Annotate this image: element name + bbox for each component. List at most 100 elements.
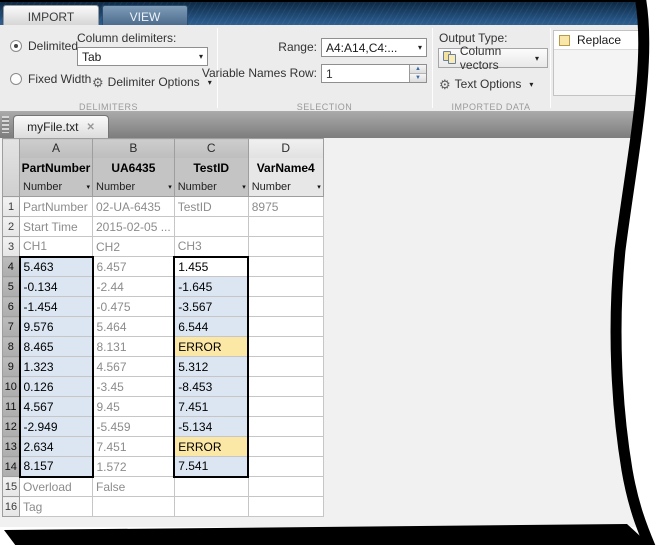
row-header-6[interactable]: 6: [2, 296, 20, 317]
grid-cell-B3[interactable]: CH2: [92, 236, 175, 257]
column-header-letter-C[interactable]: C: [173, 138, 249, 158]
grid-cell-A1[interactable]: PartNumber: [19, 196, 93, 217]
column-variable-name-C[interactable]: TestID: [173, 157, 249, 179]
grid-cell-B15[interactable]: False: [92, 476, 175, 497]
grid-cell-A4[interactable]: 5.463: [18, 255, 94, 277]
row-header-5[interactable]: 5: [2, 276, 20, 297]
row-header-11[interactable]: 11: [2, 396, 20, 417]
grid-cell-B2[interactable]: 2015-02-05 ...: [92, 216, 175, 237]
grid-cell-D9[interactable]: [247, 356, 324, 377]
spin-up-icon[interactable]: ▲: [410, 65, 426, 74]
row-header-15[interactable]: 15: [2, 476, 20, 497]
grid-cell-A7[interactable]: 9.576: [18, 316, 94, 337]
grid-cell-D12[interactable]: [247, 416, 324, 437]
column-variable-name-A[interactable]: PartNumber: [19, 157, 93, 179]
grid-cell-A2[interactable]: Start Time: [19, 216, 93, 237]
grid-cell-C10[interactable]: -8.453: [173, 376, 250, 397]
grid-cell-A6[interactable]: -1.454: [18, 296, 94, 317]
grid-cell-C7[interactable]: 6.544: [173, 316, 250, 337]
tab-import[interactable]: IMPORT: [3, 5, 99, 27]
grid-cell-A14[interactable]: 8.157: [18, 456, 94, 478]
grid-cell-D2[interactable]: [247, 216, 324, 237]
grid-cell-B9[interactable]: 4.567: [92, 356, 175, 377]
spin-down-icon[interactable]: ▼: [410, 74, 426, 82]
grid-cell-C2[interactable]: [173, 216, 249, 237]
grid-cell-D13[interactable]: [247, 436, 324, 457]
grid-cell-C5[interactable]: -1.645: [173, 276, 250, 297]
output-type-dropdown[interactable]: Column vectors ▾: [438, 44, 548, 72]
column-header-letter-A[interactable]: A: [19, 138, 93, 158]
grid-cell-C3[interactable]: CH3: [173, 236, 249, 257]
grid-cell-B11[interactable]: 9.45: [92, 396, 175, 417]
grid-cell-C1[interactable]: TestID: [173, 196, 249, 217]
column-header-letter-D[interactable]: D: [247, 138, 324, 158]
grid-cell-C9[interactable]: 5.312: [173, 356, 250, 377]
drag-grip-icon[interactable]: [2, 116, 9, 133]
grid-cell-D7[interactable]: [247, 316, 324, 337]
row-header-9[interactable]: 9: [2, 356, 20, 377]
tab-view[interactable]: VIEW: [102, 5, 188, 27]
grid-cell-A15[interactable]: Overload: [19, 476, 93, 497]
grid-cell-A13[interactable]: 2.634: [18, 436, 94, 457]
delimiter-options-button[interactable]: ⚙ Delimiter Options ▾: [92, 75, 216, 89]
column-delimiter-combo[interactable]: Tab ▾: [77, 47, 208, 66]
grid-cell-D6[interactable]: [247, 296, 324, 317]
grid-cell-D3[interactable]: [247, 236, 324, 257]
row-header-16[interactable]: 16: [2, 496, 20, 517]
close-icon[interactable]: ✕: [86, 122, 94, 133]
column-header-letter-B[interactable]: B: [92, 138, 175, 158]
grid-cell-B10[interactable]: -3.45: [92, 376, 175, 397]
column-variable-name-D[interactable]: VarName4: [247, 157, 324, 179]
grid-cell-C13[interactable]: ERROR: [173, 436, 250, 457]
grid-cell-C12[interactable]: -5.134: [173, 416, 250, 437]
row-header-3[interactable]: 3: [2, 236, 20, 257]
grid-cell-D15[interactable]: [247, 476, 324, 497]
column-variable-name-B[interactable]: UA6435: [92, 157, 175, 179]
grid-cell-D14[interactable]: [247, 456, 324, 477]
row-header-13[interactable]: 13: [2, 436, 20, 457]
grid-cell-A12[interactable]: -2.949: [18, 416, 94, 437]
grid-cell-B4[interactable]: 6.457: [92, 256, 175, 277]
grid-cell-B7[interactable]: 5.464: [92, 316, 175, 337]
text-options-button[interactable]: ⚙ Text Options ▾: [439, 77, 537, 91]
column-type-dropdown-C[interactable]: Number ▾: [173, 178, 249, 197]
grid-cell-D11[interactable]: [247, 396, 324, 417]
grid-cell-A9[interactable]: 1.323: [18, 356, 94, 377]
row-header-7[interactable]: 7: [2, 316, 20, 337]
variable-names-row-spinner[interactable]: 1 ▲ ▼: [321, 64, 427, 83]
grid-cell-A3[interactable]: CH1: [19, 236, 93, 257]
radio-fixed-width[interactable]: Fixed Width: [10, 72, 91, 86]
grid-cell-C15[interactable]: [173, 476, 249, 497]
grid-cell-B6[interactable]: -0.475: [92, 296, 175, 317]
grid-cell-A8[interactable]: 8.465: [18, 336, 94, 357]
grid-cell-B1[interactable]: 02-UA-6435: [92, 196, 175, 217]
row-header-8[interactable]: 8: [2, 336, 20, 357]
grid-cell-D10[interactable]: [247, 376, 324, 397]
row-header-4[interactable]: 4: [2, 256, 20, 277]
grid-cell-B14[interactable]: 1.572: [92, 456, 175, 477]
grid-cell-A11[interactable]: 4.567: [18, 396, 94, 417]
grid-cell-C6[interactable]: -3.567: [173, 296, 250, 317]
grid-cell-A5[interactable]: -0.134: [18, 276, 94, 297]
row-header-2[interactable]: 2: [2, 216, 20, 237]
grid-cell-D5[interactable]: [247, 276, 324, 297]
grid-cell-C14[interactable]: 7.541: [173, 456, 250, 478]
grid-cell-D16[interactable]: [247, 496, 324, 517]
row-header-1[interactable]: 1: [2, 196, 20, 217]
grid-cell-B13[interactable]: 7.451: [92, 436, 175, 457]
grid-cell-C8[interactable]: ERROR: [173, 336, 250, 357]
column-type-dropdown-A[interactable]: Number ▾: [19, 178, 93, 197]
grid-cell-B8[interactable]: 8.131: [92, 336, 175, 357]
document-tab-myfile[interactable]: myFile.txt ✕: [13, 115, 109, 138]
grid-cell-B5[interactable]: -2.44: [92, 276, 175, 297]
grid-cell-C11[interactable]: 7.451: [173, 396, 250, 417]
grid-cell-A16[interactable]: Tag: [19, 496, 93, 517]
grid-cell-C16[interactable]: [173, 496, 249, 517]
column-type-dropdown-D[interactable]: Number ▾: [247, 178, 324, 197]
row-header-12[interactable]: 12: [2, 416, 20, 437]
radio-delimited[interactable]: Delimited: [10, 39, 78, 53]
range-combo[interactable]: A4:A14,C4:... ▾: [321, 38, 427, 57]
grid-cell-B16[interactable]: [92, 496, 175, 517]
column-type-dropdown-B[interactable]: Number ▾: [92, 178, 175, 197]
row-header-14[interactable]: 14: [2, 456, 20, 477]
